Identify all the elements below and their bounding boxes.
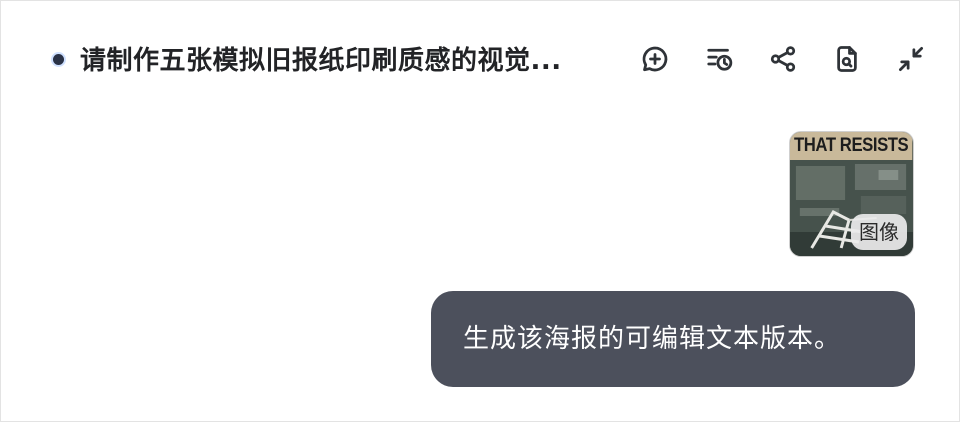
history-icon <box>707 48 733 71</box>
document-search-icon <box>837 46 857 72</box>
image-badge: 图像 <box>851 214 907 250</box>
user-message-bubble: 生成该海报的可编辑文本版本。 <box>431 291 915 387</box>
document-search-button[interactable] <box>830 41 864 77</box>
image-attachment[interactable]: THAT RESISTS 图像 <box>789 131 914 257</box>
share-icon <box>770 46 796 72</box>
history-button[interactable] <box>703 41 737 77</box>
share-button[interactable] <box>766 41 800 77</box>
collapse-button[interactable] <box>894 41 928 77</box>
conversation-title[interactable]: 请制作五张模拟旧报纸印刷质感的视觉... <box>80 41 620 81</box>
new-chat-button[interactable] <box>638 41 672 77</box>
chat-header: 请制作五张模拟旧报纸印刷质感的视觉... <box>1 1 959 119</box>
collapse-icon <box>899 47 923 71</box>
new-chat-icon <box>642 46 668 72</box>
poster-headline: THAT RESISTS <box>790 132 913 160</box>
chat-panel: 请制作五张模拟旧报纸印刷质感的视觉... THAT RESISTS 图像 生成该… <box>0 0 960 422</box>
status-dot <box>53 54 64 65</box>
